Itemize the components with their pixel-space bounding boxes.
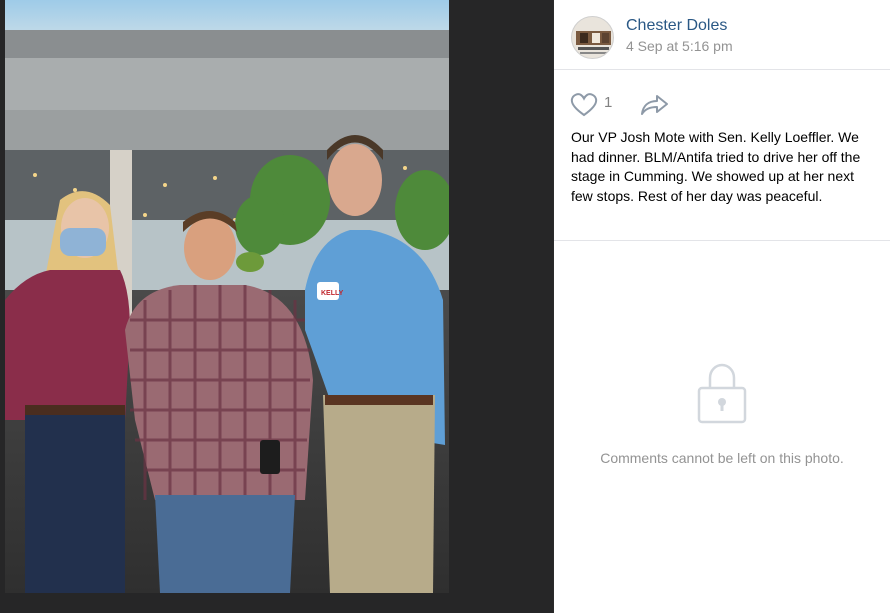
author-row: Chester Doles 4 Sep at 5:16 pm <box>554 0 890 70</box>
kelly-sign: KELLY <box>321 290 344 297</box>
author-name[interactable]: Chester Doles <box>626 17 727 35</box>
post-date[interactable]: 4 Sep at 5:16 pm <box>626 38 733 54</box>
share-arrow-icon <box>641 95 668 115</box>
share-button[interactable] <box>640 93 670 117</box>
avatar-image <box>572 17 613 58</box>
photo-pane: KELLY <box>0 0 553 613</box>
like-button[interactable] <box>570 92 598 118</box>
post-actions: 1 <box>554 88 890 124</box>
divider <box>554 240 890 241</box>
lock-icon <box>697 363 747 424</box>
side-panel: Chester Doles 4 Sep at 5:16 pm 1 Our VP … <box>554 0 890 613</box>
post-caption: Our VP Josh Mote with Sen. Kelly Loeffle… <box>571 129 861 204</box>
like-count: 1 <box>604 94 613 111</box>
avatar[interactable] <box>571 16 614 59</box>
photo-illustration: KELLY <box>5 0 449 593</box>
post-photo[interactable]: KELLY <box>5 0 449 593</box>
heart-icon <box>570 93 598 117</box>
comments-closed-notice: Comments cannot be left on this photo. <box>554 360 890 468</box>
comments-closed-text: Comments cannot be left on this photo. <box>600 450 844 466</box>
photo-viewer: KELLY Chester Doles 4 Sep at 5:16 pm 1 O… <box>0 0 890 613</box>
